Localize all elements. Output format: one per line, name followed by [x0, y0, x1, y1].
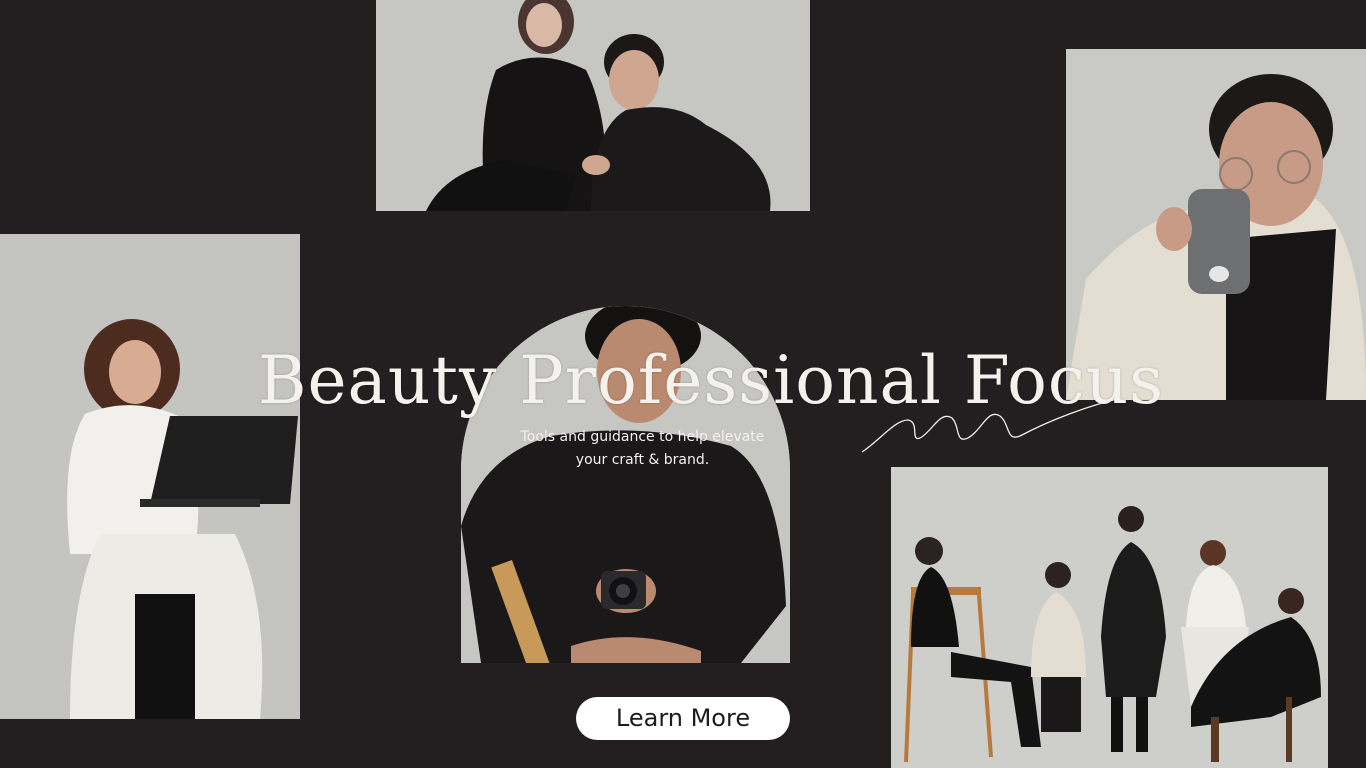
subtitle-line-2: your craft & brand.	[575, 452, 710, 468]
subtitle: Tools and guidance to help elevate your …	[480, 426, 805, 472]
subtitle-line-1: Tools and guidance to help elevate	[520, 429, 765, 445]
learn-more-button[interactable]: Learn More	[576, 697, 790, 740]
page-title: Beauty Professional Focus	[258, 342, 1165, 419]
woman-laptop-image	[0, 234, 300, 719]
group-portrait-image	[891, 467, 1328, 768]
couple-portrait-image	[376, 0, 810, 211]
hero-banner: Beauty Professional Focus Tools and guid…	[0, 0, 1366, 768]
